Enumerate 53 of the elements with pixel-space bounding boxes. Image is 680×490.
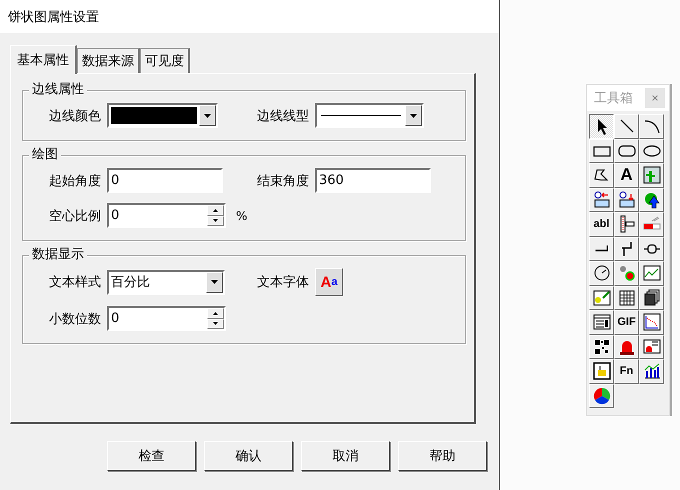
field-label: 边线颜色 [49, 108, 101, 124]
tool-button[interactable] [589, 114, 614, 138]
tool-button[interactable]: A [614, 163, 639, 188]
form-icon [592, 312, 612, 332]
stack-icon [642, 288, 662, 308]
dialog-button[interactable]: 取消 [301, 441, 390, 471]
spin-field[interactable]: 0 [107, 306, 226, 331]
caret-icon [211, 280, 218, 284]
tab[interactable]: 可见度 [140, 48, 190, 73]
caret-icon [410, 114, 417, 118]
dialog-button[interactable]: 检查 [107, 441, 196, 471]
dialog-button[interactable]: 帮助 [398, 441, 487, 471]
group-title: 绘图 [29, 147, 61, 163]
dialog-button[interactable]: 确认 [204, 441, 293, 471]
field-label: 文本字体 [257, 274, 309, 291]
pie-chart-icon [592, 386, 612, 406]
table-icon [616, 288, 636, 308]
export-icon [616, 190, 636, 210]
toolbox-title: 工具箱 [594, 90, 633, 107]
unit-label: % [236, 208, 248, 222]
line-style-dropdown[interactable] [315, 103, 424, 128]
input-field[interactable]: 360 [315, 168, 431, 193]
field-label: 空心比例 [49, 208, 101, 224]
trend-pen-icon [592, 288, 612, 308]
field-label: 边线线型 [257, 108, 309, 124]
font-button[interactable]: Aa [315, 268, 343, 296]
import-icon [592, 190, 612, 210]
tool-button[interactable]: abl [589, 212, 614, 236]
down-arrow-icon [213, 322, 218, 326]
field-label: 起始角度 [49, 172, 101, 190]
spin-field[interactable]: 0 [107, 203, 226, 228]
input-field[interactable]: 0 [107, 168, 223, 193]
field-label: 结束角度 [257, 172, 309, 190]
corner-pipe-icon [595, 245, 608, 252]
color-dropdown[interactable] [107, 103, 218, 128]
group-title: 边线属性 [29, 82, 87, 98]
up-arrow-icon [213, 312, 218, 315]
group-title: 数据显示 [29, 247, 87, 263]
trend-chart-icon [642, 263, 662, 284]
field-label: 小数位数 [49, 310, 101, 328]
gauge-icon [592, 263, 612, 284]
tool-button[interactable]: GIF [614, 310, 639, 334]
field-label: 文本样式 [49, 274, 101, 291]
close-button[interactable]: × [645, 88, 665, 108]
caret-icon [204, 114, 211, 118]
tab[interactable]: 数据来源 [77, 48, 140, 73]
down-arrow-icon [213, 219, 218, 222]
tab[interactable]: 基本属性 [10, 45, 77, 74]
dropdown[interactable]: 百分比 [107, 270, 225, 294]
up-arrow-icon [213, 208, 218, 212]
tool-button[interactable]: Fn [614, 359, 639, 384]
xy-chart-icon [642, 312, 662, 332]
window-title: 饼状图属性设置 [8, 8, 99, 26]
